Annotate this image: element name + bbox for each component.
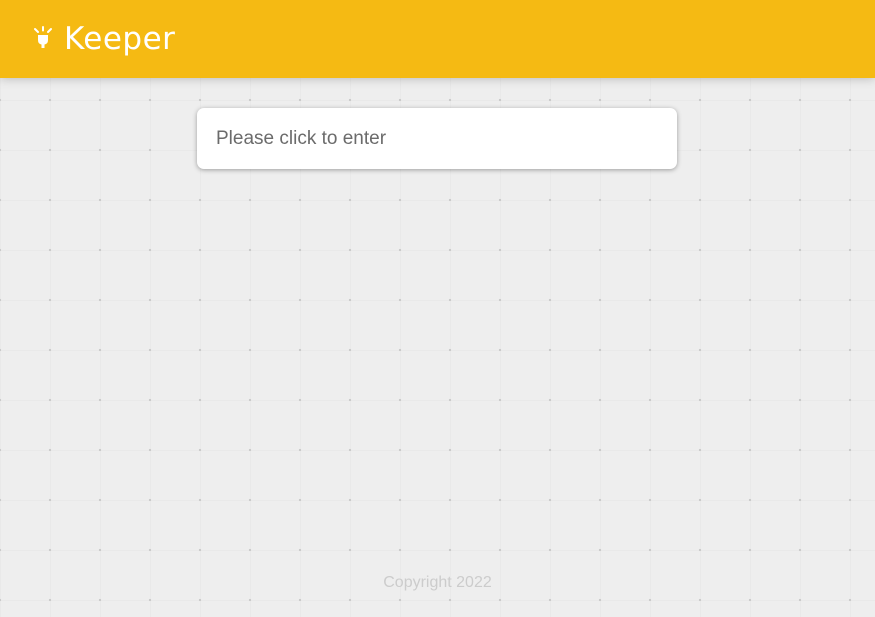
app-header: Keeper — [0, 0, 875, 78]
create-note-form — [197, 108, 677, 169]
note-input[interactable] — [197, 108, 677, 169]
copyright-text: Copyright 2022 — [383, 574, 492, 591]
footer: Copyright 2022 — [0, 574, 875, 592]
app-title: Keeper — [64, 21, 176, 57]
lightbulb-icon — [32, 26, 54, 52]
